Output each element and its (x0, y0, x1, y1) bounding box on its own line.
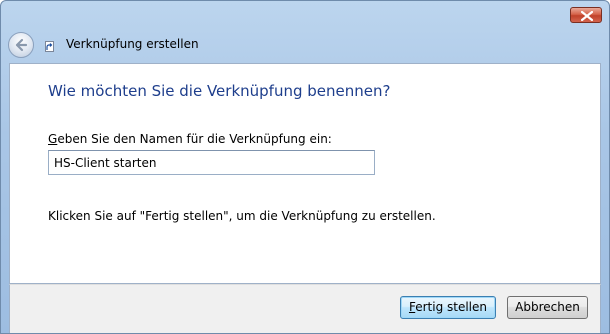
name-field-label-accesskey: G (48, 132, 58, 146)
back-arrow-icon (15, 38, 28, 52)
shortcut-name-input[interactable] (48, 150, 375, 175)
instruction-text: Klicken Sie auf "Fertig stellen", um die… (48, 209, 436, 223)
finish-button-label: ertig stellen (415, 300, 488, 314)
wizard-content: Wie möchten Sie die Verknüpfung benennen… (9, 63, 601, 284)
wizard-window: Verknüpfung erstellen Wie möchten Sie di… (0, 0, 610, 334)
name-field-label: Geben Sie den Namen für die Verknüpfung … (48, 132, 332, 146)
shortcut-icon (45, 41, 54, 52)
wizard-nav-row: Verknüpfung erstellen (1, 29, 609, 61)
close-button[interactable] (570, 7, 602, 23)
wizard-title: Verknüpfung erstellen (66, 37, 199, 51)
cancel-button[interactable]: Abbrechen (507, 296, 588, 319)
finish-button[interactable]: Fertig stellen (400, 296, 496, 319)
close-icon (581, 11, 593, 21)
name-field-label-text: eben Sie den Namen für die Verknüpfung e… (57, 132, 332, 146)
back-button[interactable] (8, 32, 34, 58)
page-heading: Wie möchten Sie die Verknüpfung benennen… (48, 82, 391, 100)
title-bar[interactable] (1, 1, 609, 29)
wizard-footer: Fertig stellen Abbrechen (9, 284, 601, 333)
